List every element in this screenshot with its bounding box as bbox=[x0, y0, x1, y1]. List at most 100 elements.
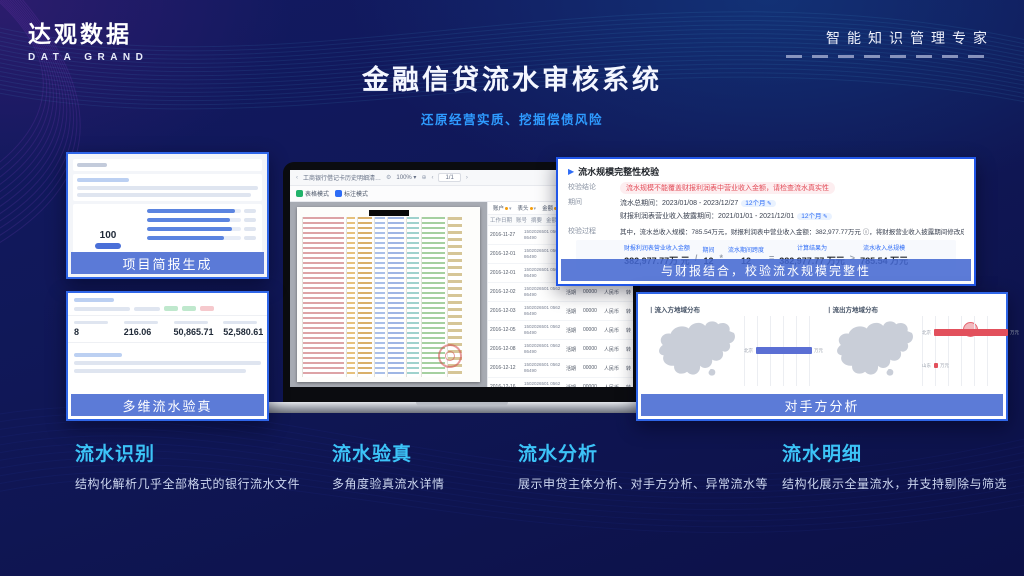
feature-recognition: 流水识别 结构化解析几乎全部格式的银行流水文件 bbox=[75, 439, 325, 492]
report-score-section: 100 bbox=[73, 204, 262, 253]
cell-date: 2016-12-12 bbox=[488, 365, 522, 371]
progress-track bbox=[147, 218, 241, 222]
next-page-icon[interactable]: › bbox=[466, 175, 468, 181]
settings-icon[interactable]: ⚙ bbox=[386, 174, 391, 181]
process-text: 其中，流水总收入规模：785.54万元，财报利润表中营业收入金额：382,977… bbox=[620, 226, 964, 236]
conclusion-pill: 流水规模不能覆盖财报利润表中营业收入金额，请检查流水真实性 bbox=[620, 182, 835, 194]
annotated-column bbox=[346, 217, 355, 377]
cell-flag: 转 bbox=[624, 327, 633, 334]
cell-currency: 人民币 bbox=[602, 384, 624, 388]
progress-row bbox=[147, 218, 256, 222]
cell-summary: 活期 bbox=[564, 365, 581, 372]
filter-chip[interactable]: 账户▾ bbox=[493, 204, 512, 212]
cell-account: 1502026501 056286490 bbox=[522, 324, 564, 336]
cell-amount: 00000 bbox=[581, 308, 602, 314]
annotated-column bbox=[357, 217, 372, 377]
annotated-column bbox=[374, 217, 385, 377]
chart-title: 丨流入方地域分布 bbox=[648, 304, 818, 314]
cell-date: 2016-12-01 bbox=[488, 270, 522, 276]
tab-table-mode[interactable]: 表格模式 bbox=[296, 189, 329, 198]
cell-amount: 00000 bbox=[581, 365, 602, 371]
prev-page-icon[interactable]: ‹ bbox=[431, 175, 433, 181]
cell-account: 1502026501 056286490 bbox=[522, 343, 564, 355]
bar-value: 万元 bbox=[940, 363, 949, 369]
brand-name-cn: 达观数据 bbox=[28, 15, 148, 49]
status-badge bbox=[182, 306, 196, 311]
page-subtitle: 还原经营实质、挖掘偿债风险 bbox=[0, 109, 1024, 128]
skeleton-line bbox=[77, 163, 107, 167]
annotated-column bbox=[302, 217, 344, 377]
outflow-bar-chart: 北京 万元 山东 万元 bbox=[922, 316, 996, 386]
score-badge bbox=[95, 243, 121, 249]
stat-item: 216.06 bbox=[118, 321, 168, 337]
panel-title-row: ▶ 流水规模完整性校验 bbox=[568, 165, 964, 178]
table-row[interactable]: 2016-12-12 1502026501 056286490 活期 00000… bbox=[488, 359, 633, 378]
process-label: 校验过程 bbox=[568, 226, 612, 236]
cell-currency: 人民币 bbox=[602, 327, 624, 334]
page-indicator: 1/1 bbox=[438, 173, 460, 182]
screenshot-counterparty-analysis: 丨流入方地域分布 北京 万元 丨流出方地域分布 bbox=[636, 292, 1008, 421]
chevron-down-icon: ▾ bbox=[534, 206, 537, 212]
slide: 达观数据 DATA GRAND 智能知识管理专家 金融信贷流水审核系统 还原经营… bbox=[0, 0, 1024, 576]
panel-title: 流水规模完整性校验 bbox=[578, 165, 659, 178]
brand-logo: 达观数据 DATA GRAND bbox=[28, 15, 148, 63]
progress-fill bbox=[147, 236, 224, 240]
progress-track bbox=[147, 209, 241, 213]
stat-value: 8 bbox=[74, 327, 118, 337]
cell-currency: 人民币 bbox=[602, 308, 624, 315]
feature-desc: 展示申贷主体分析、对手方分析、异常流水等 bbox=[518, 475, 778, 492]
page-title: 金融信贷流水审核系统 bbox=[0, 58, 1024, 97]
cell-date: 2016-12-05 bbox=[488, 327, 522, 333]
outflow-region-chart: 丨流出方地域分布 北京 万元 山东 万元 bbox=[822, 302, 1000, 391]
cell-account: 1502026501 056286490 bbox=[522, 381, 564, 387]
table-row[interactable]: 2016-12-16 1502026501 056286490 活期 00000… bbox=[488, 378, 633, 387]
feature-title: 流水分析 bbox=[518, 439, 778, 466]
stat-item: 50,865.71 bbox=[168, 321, 218, 337]
screenshot-integrity-check: ▶ 流水规模完整性校验 校验结论 流水规模不能覆盖财报利润表中营业收入金额，请检… bbox=[556, 157, 976, 286]
fit-icon[interactable]: ⊕ bbox=[421, 174, 426, 181]
cell-amount: 00000 bbox=[581, 289, 602, 295]
back-icon[interactable]: ‹ bbox=[296, 175, 298, 181]
cell-date: 2016-12-02 bbox=[488, 289, 522, 295]
cell-date: 2016-11-27 bbox=[488, 232, 522, 238]
status-badge bbox=[164, 306, 178, 311]
filter-dot-icon bbox=[505, 207, 508, 210]
caption-report: 项目简报生成 bbox=[71, 252, 264, 274]
skeleton-label bbox=[174, 321, 208, 324]
tab-annotate-mode[interactable]: 标注模式 bbox=[335, 189, 368, 198]
caption-integrity: 与财报结合，校验流水规模完整性 bbox=[561, 259, 971, 281]
column-header: 摘要 bbox=[529, 216, 544, 224]
chevron-right-icon[interactable]: ▶ bbox=[568, 167, 574, 176]
chevron-down-icon: ▾ bbox=[509, 206, 512, 212]
cell-flag: 转 bbox=[624, 308, 633, 315]
progress-fill bbox=[147, 209, 235, 213]
china-map bbox=[826, 319, 918, 383]
cell-account: 1502026501 056286490 bbox=[522, 286, 564, 298]
cell-date: 2016-12-03 bbox=[488, 308, 522, 314]
period-line2: 财报利润表营业收入披露期间：2021/01/01 - 2021/12/01 bbox=[620, 213, 794, 220]
feature-title: 流水验真 bbox=[332, 439, 512, 466]
status-badge bbox=[200, 306, 214, 311]
cell-currency: 人民币 bbox=[602, 289, 624, 296]
score-gauge-wrap: 100 bbox=[79, 208, 137, 249]
table-row[interactable]: 2016-12-03 1502026501 056286490 活期 00000… bbox=[488, 302, 633, 321]
outflow-bar bbox=[934, 329, 1008, 336]
period-tag1[interactable]: 12个月 bbox=[741, 200, 775, 207]
skeleton-label bbox=[223, 321, 257, 324]
zoom-level-select[interactable]: 100% ▾ bbox=[396, 174, 416, 181]
column-header: 账号 bbox=[514, 216, 529, 224]
cell-flag: 转 bbox=[624, 365, 633, 372]
feature-desc: 结构化解析几乎全部格式的银行流水文件 bbox=[75, 475, 325, 492]
period-tag2[interactable]: 12个月 bbox=[797, 213, 831, 220]
stat-value: 52,580.61 bbox=[223, 327, 267, 337]
verify-bottom-table bbox=[68, 348, 267, 373]
table-row[interactable]: 2016-12-05 1502026501 056286490 活期 00000… bbox=[488, 321, 633, 340]
cell-flag: 转 bbox=[624, 289, 633, 296]
skeleton-label bbox=[74, 321, 108, 324]
caption-verify: 多维流水验真 bbox=[71, 394, 264, 416]
table-row[interactable]: 2016-12-08 1502026501 056286490 活期 00000… bbox=[488, 340, 633, 359]
cell-account: 1502026501 056286490 bbox=[522, 305, 564, 317]
progress-fill bbox=[147, 227, 232, 231]
filter-chip[interactable]: 表头▾ bbox=[518, 204, 537, 212]
report-nav bbox=[73, 159, 262, 171]
